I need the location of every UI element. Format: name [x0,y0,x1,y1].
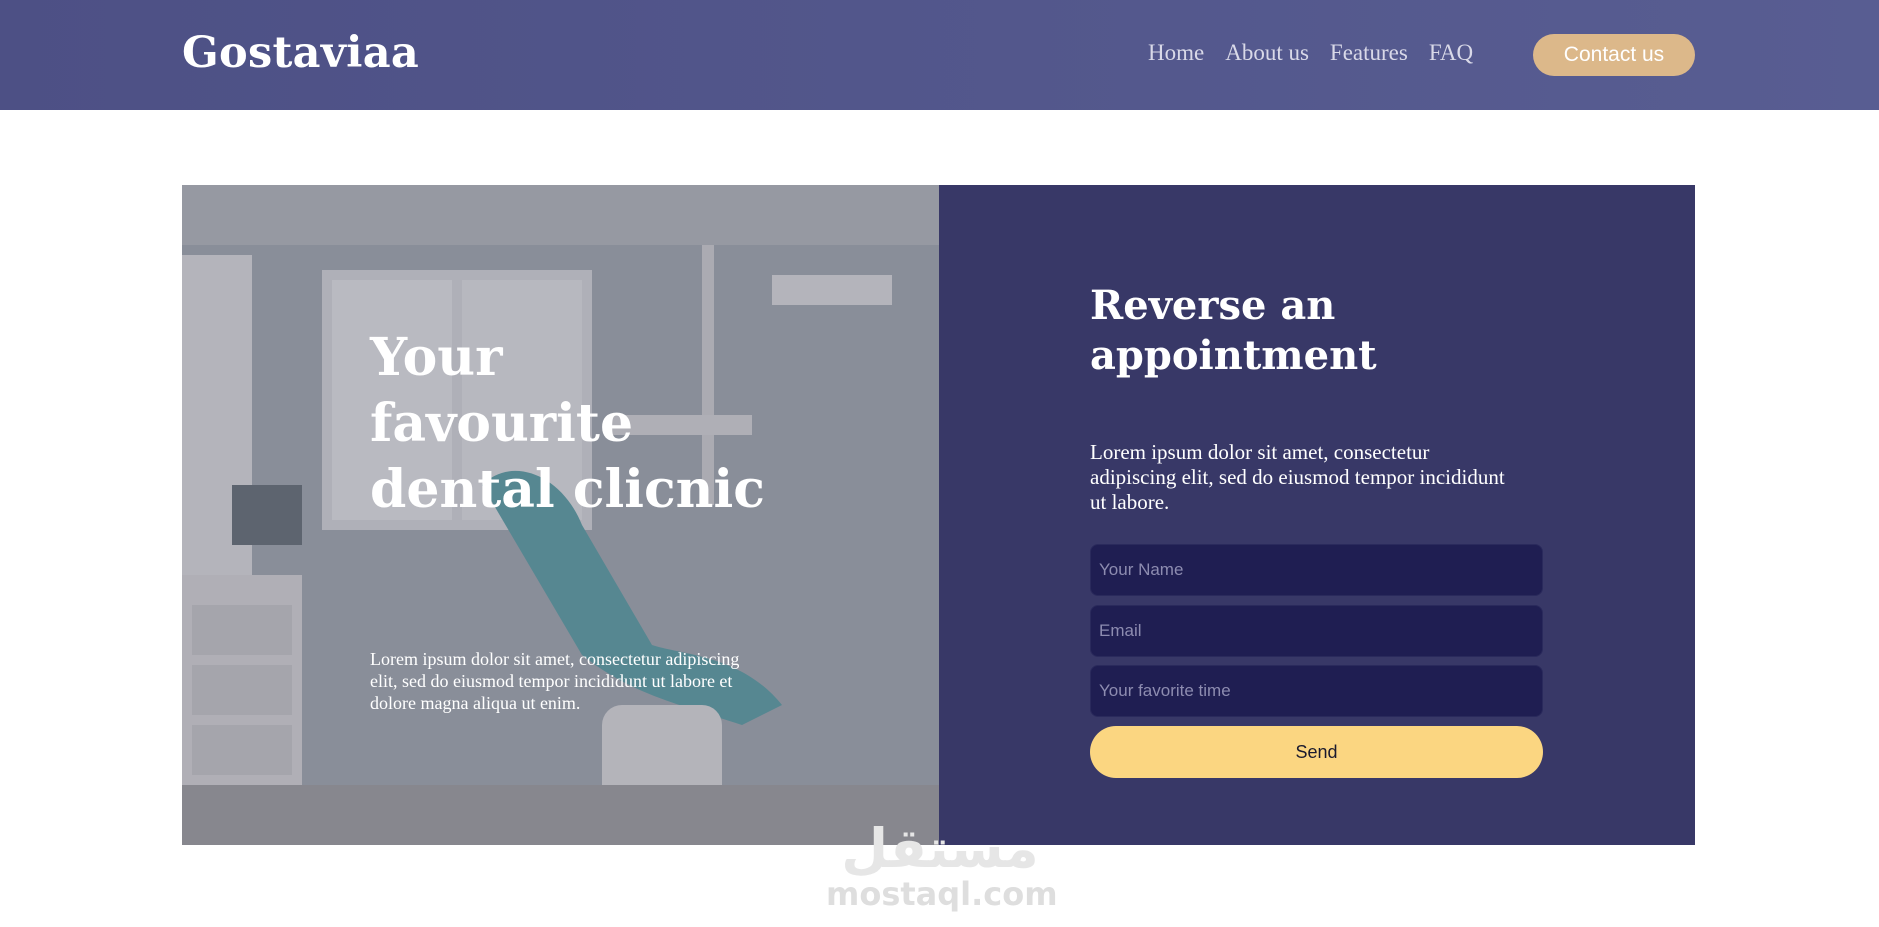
watermark-latin: mostaql.com [826,875,1058,913]
name-input[interactable] [1090,544,1543,596]
main-nav: Home About us Features FAQ [1148,40,1473,66]
top-navbar: Gostaviaa Home About us Features FAQ Con… [0,0,1879,110]
hero-image-panel: Your favourite dental clicnic Lorem ipsu… [182,185,939,845]
contact-us-button[interactable]: Contact us [1533,34,1695,76]
nav-about-us[interactable]: About us [1225,40,1309,66]
appointment-title: Reverse an appointment [1090,282,1377,379]
favorite-time-input[interactable] [1090,665,1543,717]
email-input[interactable] [1090,605,1543,657]
hero-description: Lorem ipsum dolor sit amet, consectetur … [370,649,740,713]
appointment-panel: Reverse an appointment Lorem ipsum dolor… [939,185,1695,845]
nav-home[interactable]: Home [1148,40,1204,66]
nav-faq[interactable]: FAQ [1429,40,1473,66]
nav-features[interactable]: Features [1330,40,1408,66]
send-button[interactable]: Send [1090,726,1543,778]
hero-title: Your favourite dental clicnic [370,327,765,520]
appointment-description: Lorem ipsum dolor sit amet, consectetur … [1090,440,1505,514]
watermark: مستقل mostaql.com [826,817,1058,913]
watermark-arabic: مستقل [841,817,1039,880]
brand-logo[interactable]: Gostaviaa [182,28,419,78]
